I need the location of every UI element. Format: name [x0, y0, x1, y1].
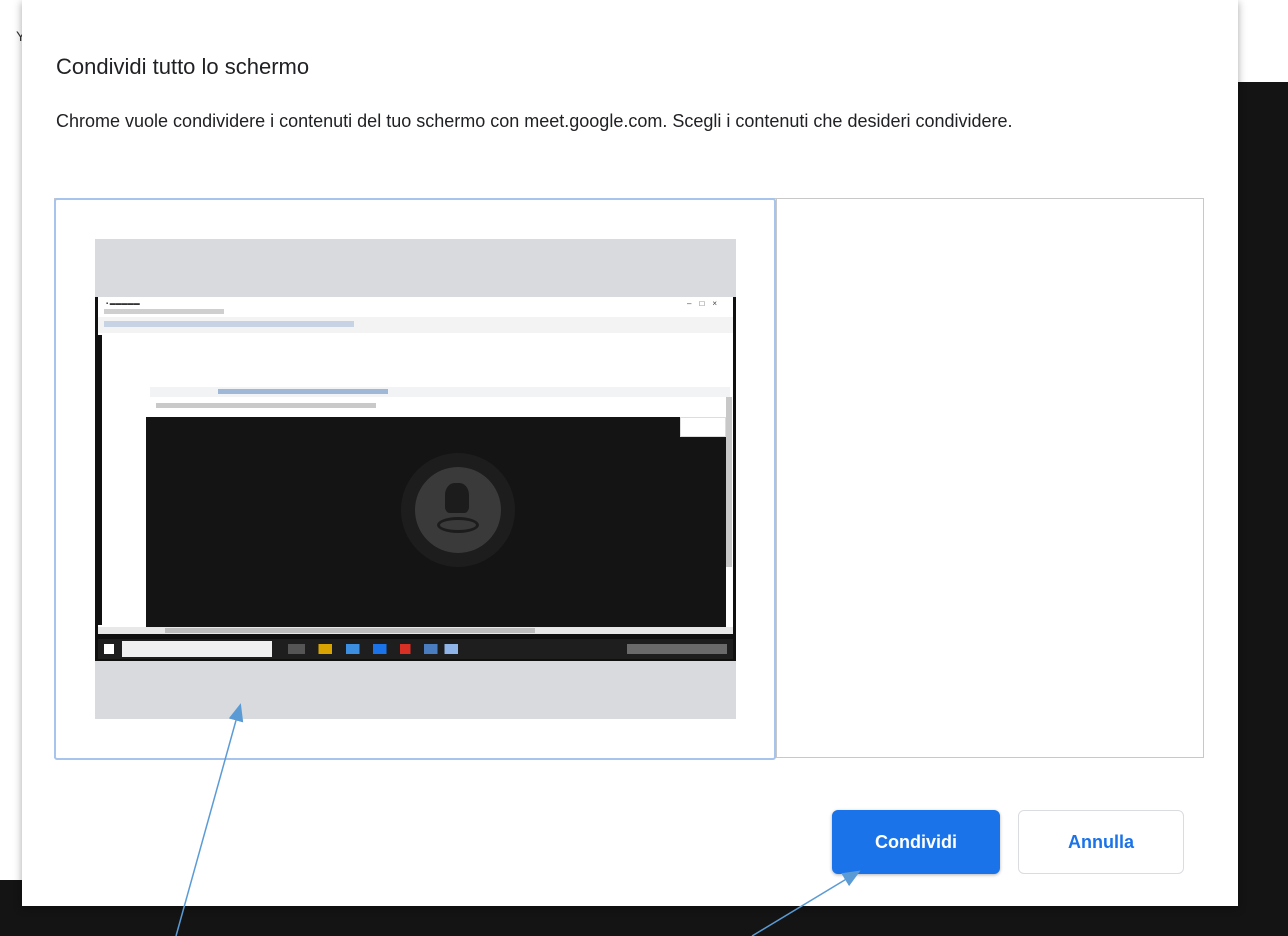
share-button[interactable]: Condividi: [832, 810, 1000, 874]
dialog-title: Condividi tutto lo schermo: [56, 54, 310, 79]
cyclist-logo-icon: [415, 467, 501, 553]
windows-start-icon: [104, 644, 114, 654]
thumbnail-toolbar: [104, 321, 354, 327]
picker-divider: [776, 198, 777, 758]
screen-thumbnail[interactable]: ▪ ▬▬▬▬▬ –□×: [95, 239, 736, 719]
thumbnail-taskbar: [98, 639, 733, 659]
cancel-button[interactable]: Annulla: [1018, 810, 1184, 874]
thumbnail-window-controls: –□×: [687, 299, 725, 308]
thumbnail-window: ▪ ▬▬▬▬▬ –□×: [98, 297, 733, 634]
dialog-description: Chrome vuole condividere i contenuti del…: [56, 111, 1013, 131]
background-dark-bottom: [0, 904, 1288, 936]
background-dark-left: [0, 880, 22, 936]
background-dark-area: [1238, 82, 1288, 936]
share-screen-dialog: Condividi tutto lo schermo Chrome vuole …: [22, 0, 1238, 906]
